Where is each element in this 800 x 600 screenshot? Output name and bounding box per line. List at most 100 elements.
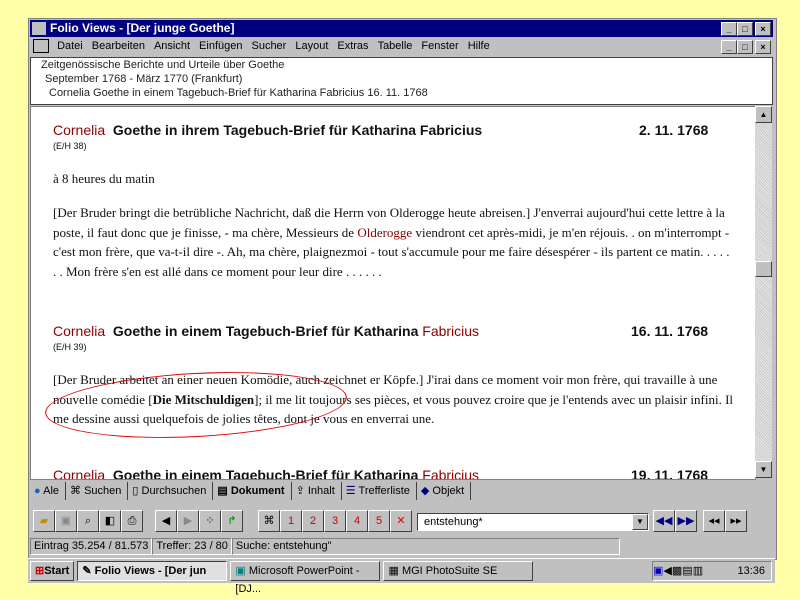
view-tabs: ● Ale ⌘ Suchen ▯ Durchsuchen ▤ Dokument ⇪ In…	[30, 482, 472, 500]
search-4-icon[interactable]: 4	[346, 510, 368, 532]
entry-intro: à 8 heures du matin	[53, 171, 155, 186]
maximize-button[interactable]: □	[737, 22, 753, 36]
breadcrumb-level-2[interactable]: September 1768 - März 1770 (Frankfurt)	[31, 72, 772, 86]
next-doc-icon[interactable]: ▸▸	[725, 510, 747, 532]
entry-name: Cornelia	[53, 467, 106, 480]
search-input[interactable]: entstehung*	[418, 516, 483, 528]
back-icon[interactable]: ◀	[155, 510, 177, 532]
search-2-icon[interactable]: 2	[302, 510, 324, 532]
document-icon: ▤	[217, 485, 228, 497]
tray-app-icon[interactable]: ▩	[672, 565, 682, 577]
start-button[interactable]: ⊞Start	[30, 561, 75, 581]
entry-ref: (E/H 39)	[53, 342, 87, 352]
entry-title: Goethe in ihrem Tagebuch-Brief für Katha…	[112, 122, 483, 138]
list-icon: ☰	[345, 485, 356, 497]
doc-close-button[interactable]: ×	[755, 40, 771, 54]
app-icon	[32, 22, 46, 35]
menu-einfuegen[interactable]: Einfügen	[199, 40, 242, 52]
scatter-icon[interactable]: ⁘	[199, 510, 221, 532]
entry-name: Cornelia	[53, 122, 106, 138]
preview-icon[interactable]: ⌕	[77, 510, 99, 532]
jump-icon[interactable]: ↱	[221, 510, 243, 532]
tab-inhalt[interactable]: ⇪ Inhalt	[292, 482, 342, 500]
tray-tool-icon[interactable]: ▥	[693, 565, 703, 577]
entry-date: 19. 11. 1768	[631, 467, 709, 480]
save-icon[interactable]: ▣	[55, 510, 77, 532]
clear-search-icon[interactable]: ✕	[390, 510, 412, 532]
close-button[interactable]: ×	[755, 22, 771, 36]
menu-ansicht[interactable]: Ansicht	[154, 40, 190, 52]
scroll-thumb[interactable]	[755, 261, 772, 277]
breadcrumb-level-1[interactable]: Zeitgenössische Berichte und Urteile übe…	[31, 58, 772, 72]
entry-heading: Cornelia Goethe in ihrem Tagebuch-Brief …	[53, 122, 743, 138]
breadcrumb: Zeitgenössische Berichte und Urteile übe…	[30, 57, 773, 105]
speaker-icon[interactable]: ◀	[663, 565, 671, 577]
entry-ref: (E/H 38)	[53, 141, 87, 151]
next-hit-icon[interactable]: ▶▶	[675, 510, 697, 532]
tab-ale[interactable]: ● Ale	[30, 482, 67, 500]
menu-sucher[interactable]: Sucher	[251, 40, 286, 52]
doc-restore-button[interactable]: □	[737, 40, 753, 54]
tab-trefferliste[interactable]: ☰ Trefferliste	[342, 482, 417, 500]
menu-bar: Datei Bearbeiten Ansicht Einfügen Sucher Layo…	[30, 38, 773, 55]
menu-hilfe[interactable]: Hilfe	[468, 40, 490, 52]
status-hits: Treffer: 23 / 80	[152, 538, 232, 555]
tab-dokument[interactable]: ▤ Dokument	[213, 482, 292, 500]
taskbar-powerpoint[interactable]: ▣ Microsoft PowerPoint - [DJ...	[230, 561, 381, 595]
scroll-down-button[interactable]: ▼	[755, 461, 772, 478]
open-icon[interactable]: ▰	[33, 510, 55, 532]
entry-paragraph: [Der Bruder bringt die betrübliche Nachr…	[53, 203, 733, 281]
taskbar-folio-views[interactable]: ✎ Folio Views - [Der jun	[77, 561, 228, 581]
taskbar: ⊞Start ✎ Folio Views - [Der jun ▣ Micros…	[28, 558, 775, 595]
toolbar: ▰ ▣ ⌕ ◧ ⎙ ◀ ▶ ⁘ ↱ ⌘ 1 2 3 4 5 ✕ entstehung* ▼ ◀◀ ▶▶ ◂◂…	[30, 505, 773, 535]
contents-icon: ⇪	[295, 485, 305, 497]
object-icon: ◆	[420, 485, 430, 497]
previous-hit-icon[interactable]: ◀◀	[653, 510, 675, 532]
book-icon: ▯	[132, 485, 139, 497]
entry-name: Cornelia	[53, 323, 106, 339]
entry-title: Goethe in einem Tagebuch-Brief für Katha…	[112, 323, 419, 339]
dropdown-chevron-icon[interactable]: ▼	[632, 514, 648, 530]
entry-date: 2. 11. 1768	[639, 122, 709, 138]
powerpoint-icon: ▣	[235, 565, 246, 577]
menu-extras[interactable]: Extras	[337, 40, 368, 52]
highlighted-term[interactable]: Olderogge	[357, 225, 412, 240]
search-icon[interactable]: ⌘	[258, 510, 280, 532]
tab-objekt[interactable]: ◆ Objekt	[417, 482, 472, 500]
search-5-icon[interactable]: 5	[368, 510, 390, 532]
entry-heading: Cornelia Goethe in einem Tagebuch-Brief …	[53, 467, 743, 480]
entry-title: Goethe in einem Tagebuch-Brief für Katha…	[112, 467, 419, 480]
minimize-button[interactable]: _	[721, 22, 737, 36]
menu-tabelle[interactable]: Tabelle	[378, 40, 413, 52]
entry-date: 16. 11. 1768	[631, 323, 709, 339]
folio-icon: ✎	[82, 565, 92, 577]
print-icon[interactable]: ⎙	[121, 510, 143, 532]
entry-title-hit: Fabricius	[422, 323, 480, 339]
status-entry: Eintrag 35.254 / 81.573	[30, 538, 153, 555]
doc-minimize-button[interactable]: _	[721, 40, 737, 54]
menu-fenster[interactable]: Fenster	[421, 40, 458, 52]
breadcrumb-level-3[interactable]: Cornelia Goethe in einem Tagebuch-Brief …	[31, 86, 772, 100]
previous-doc-icon[interactable]: ◂◂	[703, 510, 725, 532]
search-combobox[interactable]: entstehung* ▼	[417, 513, 649, 531]
tab-suchen[interactable]: ⌘ Suchen	[66, 482, 129, 500]
search-3-icon[interactable]: 3	[324, 510, 346, 532]
query-icon[interactable]: ◧	[99, 510, 121, 532]
entry-heading: Cornelia Goethe in einem Tagebuch-Brief …	[53, 323, 743, 339]
menu-datei[interactable]: Datei	[57, 40, 83, 52]
photosuite-icon: ▦	[388, 565, 399, 577]
scheduler-icon[interactable]: ▤	[682, 565, 692, 577]
clock: 13:36	[737, 565, 765, 577]
vertical-scrollbar[interactable]: ▲ ▼	[755, 106, 772, 478]
menu-layout[interactable]: Layout	[295, 40, 328, 52]
scroll-up-button[interactable]: ▲	[755, 106, 772, 123]
search-1-icon[interactable]: 1	[280, 510, 302, 532]
status-bar: Eintrag 35.254 / 81.573 Treffer: 23 / 80 S…	[30, 538, 620, 555]
window-title: Folio Views - [Der junge Goethe]	[50, 21, 235, 35]
menu-bearbeiten[interactable]: Bearbeiten	[92, 40, 145, 52]
tab-durchsuchen[interactable]: ▯ Durchsuchen	[128, 482, 214, 500]
monitor-icon[interactable]: ▣	[653, 565, 663, 577]
title-bar: Folio Views - [Der junge Goethe] _ □ ×	[30, 20, 773, 37]
taskbar-photosuite[interactable]: ▦ MGI PhotoSuite SE	[383, 561, 534, 581]
forward-icon[interactable]: ▶	[177, 510, 199, 532]
